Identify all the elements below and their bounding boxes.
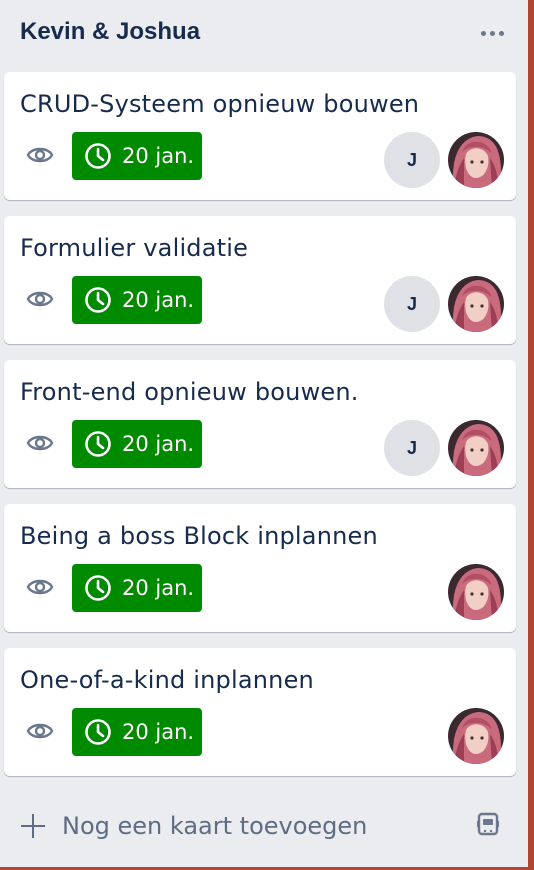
card-title: One-of-a-kind inplannen <box>20 666 314 694</box>
clock-icon <box>85 143 111 169</box>
member-avatar[interactable] <box>448 276 504 332</box>
plus-icon <box>18 811 48 841</box>
eye-icon <box>26 435 54 451</box>
card[interactable]: Being a boss Block inplannen 20 jan. <box>4 504 516 632</box>
card-title: Being a boss Block inplannen <box>20 522 378 550</box>
add-card-label: Nog een kaart toevoegen <box>62 812 368 840</box>
due-date-label: 20 jan. <box>122 288 195 312</box>
card-title: Formulier validatie <box>20 234 249 262</box>
more-horizontal-icon[interactable] <box>472 18 512 48</box>
member-avatar[interactable] <box>448 420 504 476</box>
member-avatar[interactable] <box>448 564 504 620</box>
clock-icon <box>85 719 111 745</box>
clock-icon <box>85 431 111 457</box>
member-avatar[interactable] <box>448 708 504 764</box>
due-date-label: 20 jan. <box>122 144 195 168</box>
eye-icon <box>26 291 54 307</box>
eye-icon <box>26 147 54 163</box>
member-avatar-j[interactable]: J <box>384 420 440 476</box>
member-avatar-j[interactable]: J <box>384 132 440 188</box>
board-background-edge <box>528 0 534 870</box>
list-column: Kevin & Joshua CRUD-Systeem opnieuw bouw… <box>0 0 528 867</box>
clock-icon <box>85 575 111 601</box>
card[interactable]: Formulier validatie 20 jan. J <box>4 216 516 344</box>
card[interactable]: One-of-a-kind inplannen 20 jan. <box>4 648 516 776</box>
eye-icon <box>26 579 54 595</box>
list-header: Kevin & Joshua <box>0 0 528 66</box>
card-title: CRUD-Systeem opnieuw bouwen <box>20 90 420 118</box>
card[interactable]: Front-end opnieuw bouwen. 20 jan. J <box>4 360 516 488</box>
card[interactable]: CRUD-Systeem opnieuw bouwen 20 jan. J <box>4 72 516 200</box>
member-avatar-j[interactable]: J <box>384 276 440 332</box>
card-title: Front-end opnieuw bouwen. <box>20 378 359 406</box>
list-title[interactable]: Kevin & Joshua <box>20 18 200 46</box>
eye-icon <box>26 723 54 739</box>
member-avatar[interactable] <box>448 132 504 188</box>
due-date-label: 20 jan. <box>122 432 195 456</box>
due-date-badge[interactable]: 20 jan. <box>72 708 202 756</box>
due-date-badge[interactable]: 20 jan. <box>72 132 202 180</box>
add-card-button[interactable]: Nog een kaart toevoegen <box>18 800 367 852</box>
due-date-label: 20 jan. <box>122 720 195 744</box>
due-date-label: 20 jan. <box>122 576 195 600</box>
clock-icon <box>85 287 111 313</box>
card-template-icon[interactable] <box>470 806 506 842</box>
due-date-badge[interactable]: 20 jan. <box>72 420 202 468</box>
due-date-badge[interactable]: 20 jan. <box>72 564 202 612</box>
due-date-badge[interactable]: 20 jan. <box>72 276 202 324</box>
